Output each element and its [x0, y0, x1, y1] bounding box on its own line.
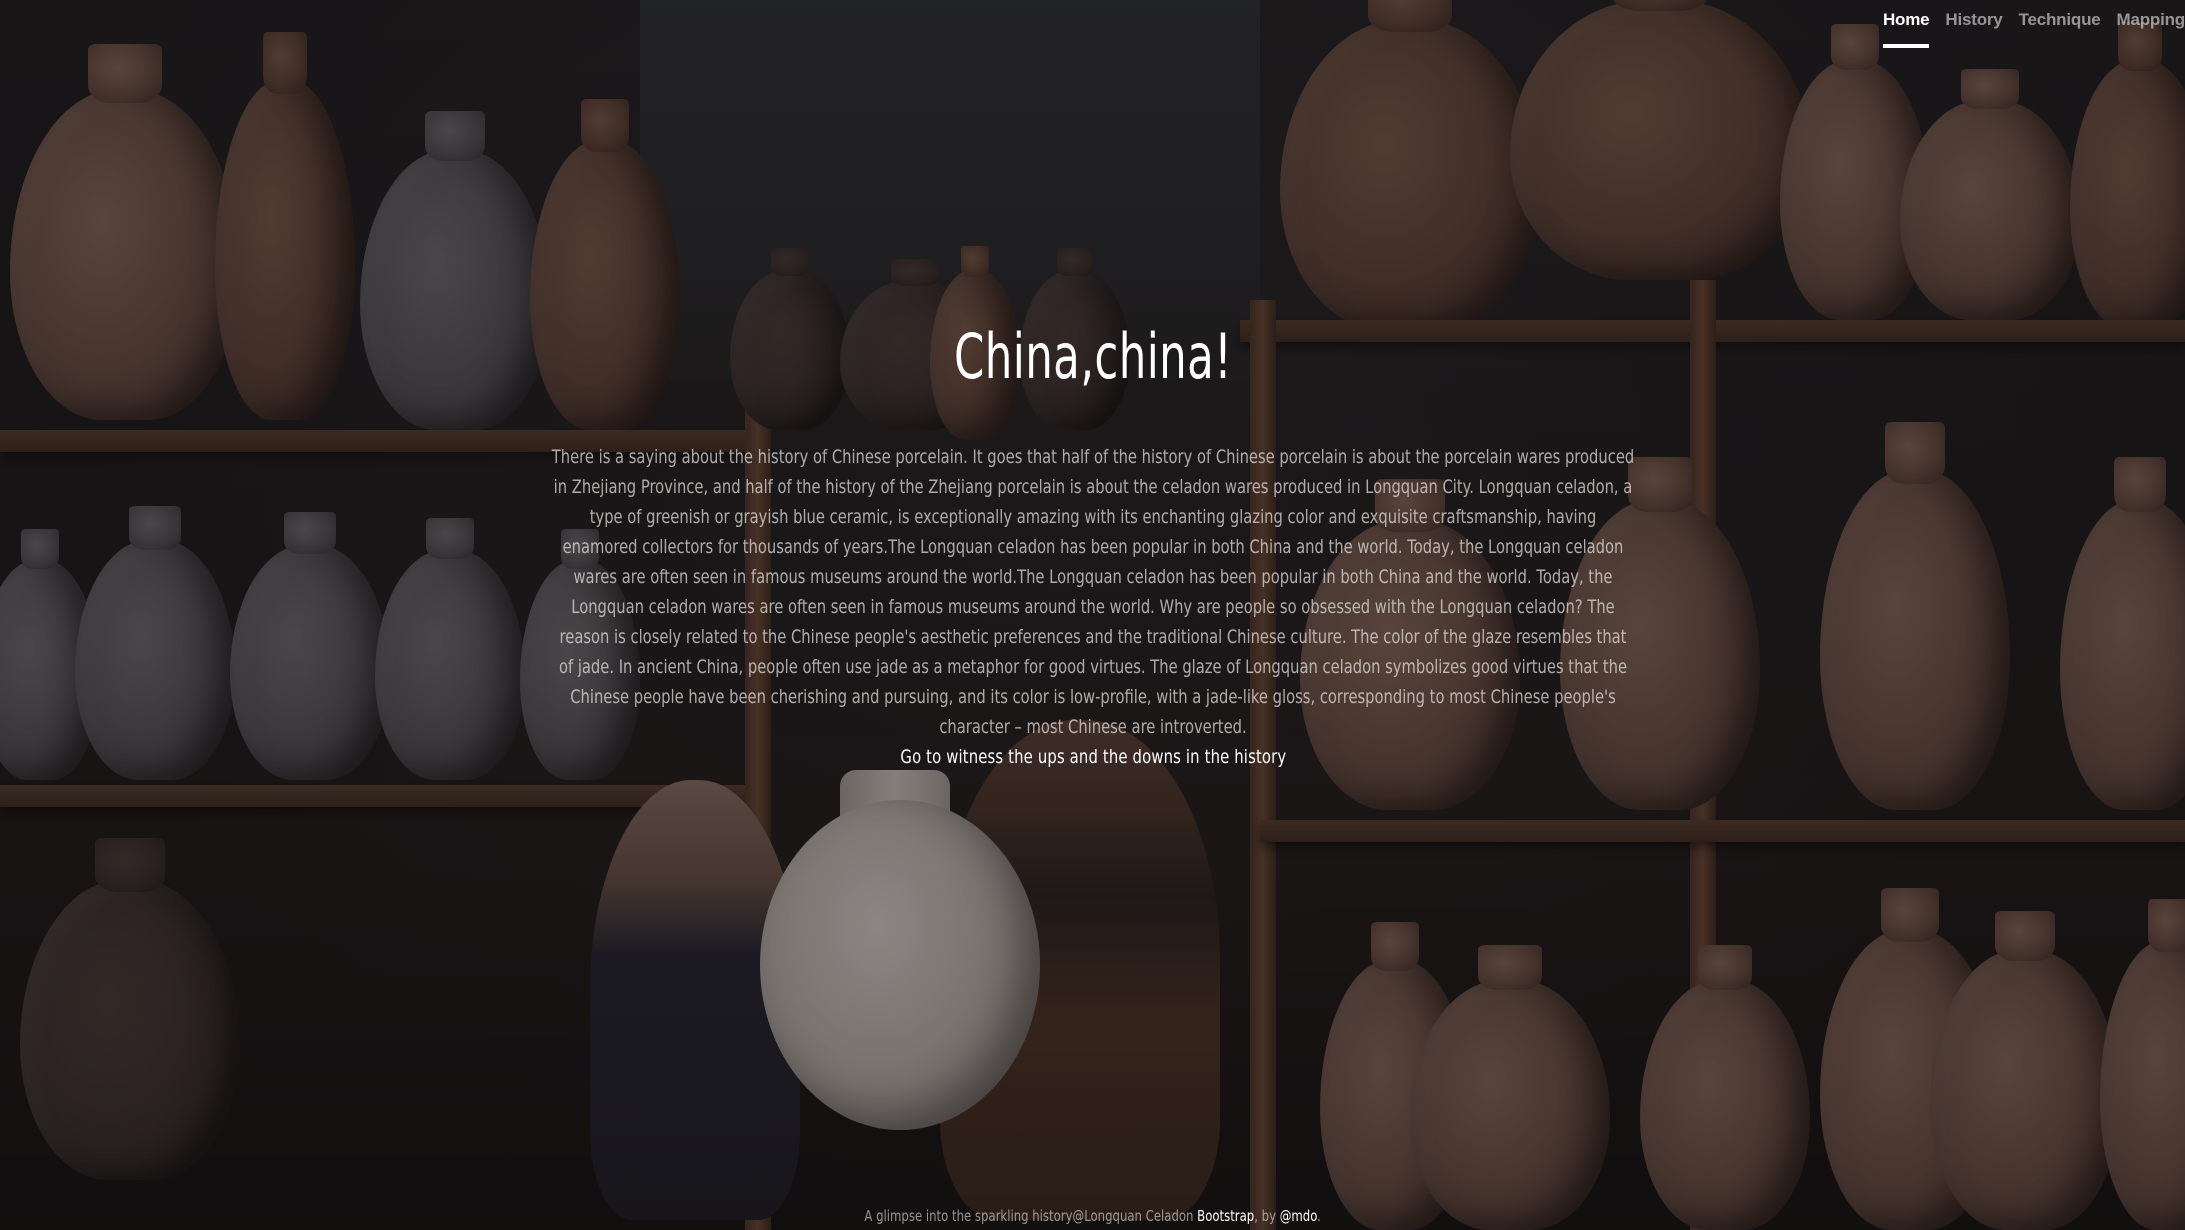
cover-content: China,china! There is a saying about the…: [548, 312, 1638, 768]
nav-link-mapping[interactable]: Mapping: [2117, 8, 2185, 48]
cover-paragraph: There is a saying about the history of C…: [551, 446, 1635, 738]
nav-link-technique[interactable]: Technique: [2019, 8, 2101, 48]
mastfoot: A glimpse into the sparkling history@Lon…: [0, 1204, 2185, 1228]
footer-suffix: .: [1317, 1207, 1321, 1225]
cover-heading: China,china!: [953, 320, 1233, 393]
footer-middle: , by: [1254, 1207, 1280, 1225]
page: Home History Technique Mapping China,chi…: [0, 0, 2185, 1230]
nav-link-home[interactable]: Home: [1882, 8, 1930, 48]
footer-prefix: A glimpse into the sparkling history@Lon…: [864, 1207, 1198, 1225]
history-link[interactable]: Go to witness the ups and the downs in t…: [900, 746, 1286, 768]
masthead-nav: Home History Technique Mapping: [1882, 8, 2185, 48]
mdo-link[interactable]: @mdo: [1280, 1207, 1317, 1225]
footer-text: A glimpse into the sparkling history@Lon…: [864, 1204, 1321, 1228]
nav-link-history[interactable]: History: [1945, 8, 2002, 48]
bootstrap-link[interactable]: Bootstrap: [1197, 1207, 1254, 1225]
